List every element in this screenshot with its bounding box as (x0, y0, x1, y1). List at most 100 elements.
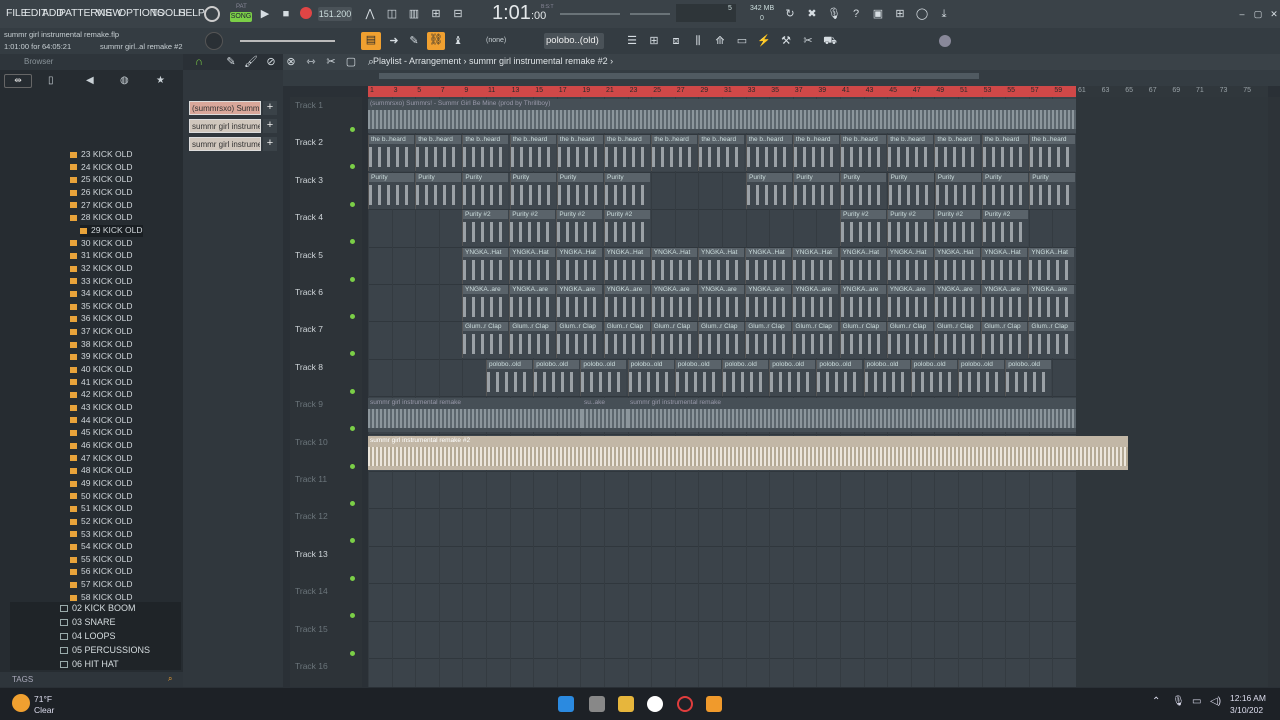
track-name[interactable]: Track 13 (295, 549, 328, 559)
track-name[interactable]: Track 6 (295, 287, 323, 297)
pattern-clip[interactable]: YNGKA..Hat (603, 247, 650, 284)
pattern-clip[interactable]: Purity (982, 172, 1028, 209)
audio-clip[interactable]: su..ake (582, 398, 628, 433)
pattern-clip[interactable]: polobo..old (486, 359, 532, 396)
browser-file-item[interactable]: 38 KICK OLD (70, 339, 133, 351)
browser-file-item[interactable]: 54 KICK OLD (70, 541, 133, 553)
browser-folder-item[interactable]: 03 SNARE (60, 617, 116, 630)
pattern-selector[interactable]: polobo..(old) (544, 33, 604, 49)
pattern-clip[interactable]: Purity #2 (981, 210, 1028, 247)
pattern-clip[interactable]: YNGKA..are (603, 285, 650, 321)
pattern-clip[interactable]: Glum..r Clap (556, 322, 603, 359)
browser-file-item[interactable]: 34 KICK OLD (70, 288, 133, 300)
loop-region[interactable] (368, 86, 1076, 97)
pattern-clip[interactable]: YNGKA..are (556, 285, 603, 321)
pattern-clip[interactable]: the b..heard (604, 135, 650, 172)
add-icon[interactable]: + (263, 101, 277, 115)
pattern-clip[interactable]: Purity (509, 172, 556, 209)
pattern-clip[interactable]: the b..heard (698, 135, 745, 172)
pattern-clip[interactable]: the b..heard (368, 135, 414, 172)
paint-icon[interactable]: 🖌 (243, 54, 259, 70)
browser-file-item[interactable]: 48 KICK OLD (70, 465, 133, 477)
opera-icon[interactable] (677, 696, 693, 712)
master-volume-slider[interactable] (560, 13, 620, 15)
browser-file-item[interactable]: 26 KICK OLD (70, 187, 133, 199)
pattern-clip[interactable]: Glum..r Clap (1028, 322, 1075, 359)
link-icon[interactable]: ⛓ (427, 32, 445, 50)
magnet-icon[interactable]: ∩ (191, 54, 207, 70)
track-mute-led[interactable] (350, 501, 355, 506)
plugin-icon[interactable]: ⚡ (756, 33, 772, 49)
track-mute-led[interactable] (350, 276, 355, 282)
pattern-clip[interactable]: YNGKA..Hat (792, 247, 839, 284)
pattern-clip[interactable]: Glum..r Clap (981, 322, 1028, 359)
cut-icon[interactable]: ✂ (800, 33, 816, 49)
horizontal-scrollbar[interactable] (379, 73, 979, 79)
browser-file-item[interactable]: 45 KICK OLD (70, 427, 133, 439)
globe-icon[interactable] (939, 35, 951, 47)
browser-file-item[interactable]: 35 KICK OLD (70, 301, 133, 313)
track-name[interactable]: Track 14 (295, 586, 328, 596)
pattern-clip[interactable]: polobo..old (910, 359, 957, 396)
pattern-clip[interactable]: polobo..old (533, 359, 580, 396)
pattern-clip[interactable]: YNGKA..are (839, 285, 886, 321)
track-name[interactable]: Track 11 (295, 474, 327, 484)
pattern-clip[interactable]: the b..heard (651, 135, 698, 172)
track-mute-led[interactable] (350, 127, 355, 132)
tray-chevron-icon[interactable]: ⌃ (1152, 696, 1160, 707)
track-name[interactable]: Track 2 (295, 137, 323, 147)
browser-folder-item[interactable]: 04 LOOPS (60, 631, 116, 644)
playlist-grid[interactable]: the b..heard the b..heard the b..heard the … (368, 97, 1268, 697)
browser-file-item[interactable]: 24 KICK OLD (70, 162, 133, 174)
pattern-clip[interactable]: the b..heard (556, 135, 603, 172)
pattern-clip[interactable]: Purity #2 (603, 210, 650, 247)
volume-icon[interactable]: ◁) (1210, 696, 1221, 707)
browser-file-item[interactable]: 32 KICK OLD (70, 263, 133, 275)
pattern-clip[interactable]: the b..heard (462, 135, 509, 172)
pattern-clip[interactable]: the b..heard (981, 135, 1028, 172)
pattern-clip[interactable]: Glum..r Clap (603, 322, 650, 359)
browser-tab-plugins-icon[interactable]: ◍ (120, 75, 129, 86)
help-icon[interactable]: ? (848, 6, 864, 22)
track-mute-led[interactable] (350, 463, 355, 469)
save-icon[interactable]: ▣ (870, 6, 886, 22)
pattern-clip[interactable]: Glum..r Clap (509, 322, 556, 359)
refresh-icon[interactable]: ↻ (782, 6, 798, 22)
audio-clip[interactable]: summr girl instrumental remake #2 (368, 435, 1128, 470)
cart-icon[interactable]: ⛟ (822, 33, 838, 49)
pattern-clip[interactable]: Glum..r Clap (462, 322, 508, 359)
browser-file-item[interactable]: 33 KICK OLD (70, 276, 133, 288)
browser-view-icon[interactable]: ⟰ (712, 33, 728, 49)
mixer-icon[interactable]: ⊞ (892, 6, 908, 22)
pattern-clip[interactable]: polobo..old (674, 359, 721, 396)
pattern-clip[interactable]: polobo..old (816, 359, 863, 396)
slip-icon[interactable]: ⇿ (303, 54, 319, 70)
slice-icon[interactable]: ✂ (323, 54, 339, 70)
pattern-clip[interactable]: Glum..r Clap (698, 322, 744, 359)
track-name[interactable]: Track 1 (295, 100, 323, 110)
pattern-clip[interactable]: the b..heard (792, 135, 839, 172)
track-mute-led[interactable] (350, 426, 355, 432)
browser-file-item[interactable]: 46 KICK OLD (70, 440, 133, 452)
browser-file-item[interactable]: 29 KICK OLD (80, 224, 143, 237)
select-icon[interactable]: ▢ (343, 54, 359, 70)
pattern-clip[interactable]: Glum..r Clap (839, 322, 886, 359)
pattern-clip[interactable]: Purity #2 (462, 210, 508, 247)
browser-file-item[interactable]: 39 KICK OLD (70, 351, 133, 363)
pattern-clip[interactable]: YNGKA..Hat (934, 247, 980, 284)
minimize-icon[interactable]: – (1234, 6, 1250, 22)
pattern-clip[interactable]: Purity #2 (887, 210, 934, 247)
pattern-clip[interactable]: YNGKA..Hat (981, 247, 1028, 284)
track-mute-led[interactable] (350, 164, 355, 170)
pattern-clip[interactable]: YNGKA..are (745, 285, 792, 321)
track-mute-led[interactable] (350, 388, 355, 394)
maximize-icon[interactable]: ▢ (1250, 6, 1266, 22)
browser-file-item[interactable]: 55 KICK OLD (70, 554, 133, 566)
channel-rack-icon[interactable]: ⧈ (668, 33, 684, 49)
browser-file-item[interactable]: 36 KICK OLD (70, 313, 133, 325)
browser-file-item[interactable]: 53 KICK OLD (70, 529, 133, 541)
chat-icon[interactable]: ◯ (914, 6, 930, 22)
track-mute-led[interactable] (350, 314, 355, 319)
play-icon[interactable]: ▶ (257, 6, 273, 22)
pattern-clip[interactable]: Purity #2 (556, 210, 603, 247)
